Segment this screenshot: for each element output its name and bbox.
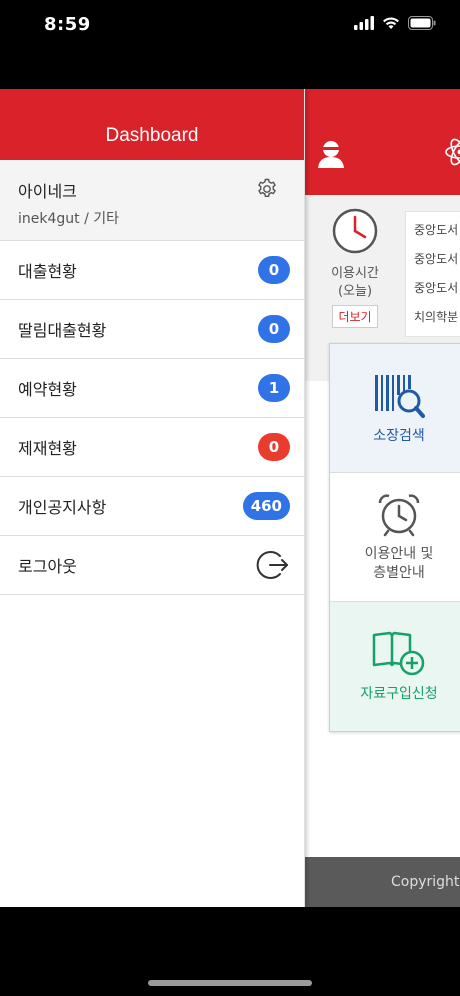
home-indicator[interactable] xyxy=(148,980,312,986)
count-badge: 1 xyxy=(258,374,290,402)
menu-item-personal-notices[interactable]: 개인공지사항 460 xyxy=(0,477,304,536)
library-item[interactable]: 중앙도서 xyxy=(414,274,460,303)
purchase-request-tile[interactable]: 자료구입신청 xyxy=(330,602,460,731)
bg-header xyxy=(305,89,460,195)
count-badge: 0 xyxy=(258,433,290,461)
library-list: 중앙도서 중앙도서 중앙도서 치의학분 xyxy=(405,211,460,337)
profile-subtitle: inek4gut / 기타 xyxy=(18,211,120,227)
logout-icon xyxy=(256,551,288,579)
menu-item-logout[interactable]: 로그아웃 xyxy=(0,536,304,595)
menu-item-sanction-status[interactable]: 제재현황 0 xyxy=(0,418,304,477)
menu-item-attached-loan-status[interactable]: 딸림대출현황 0 xyxy=(0,300,304,359)
usage-guide-line2: 층별안내 xyxy=(373,565,425,581)
menu-item-label: 로그아웃 xyxy=(18,557,77,576)
status-time: 8:59 xyxy=(44,14,91,35)
menu-item-label: 개인공지사항 xyxy=(18,498,107,517)
collection-search-tile[interactable]: 소장검색 xyxy=(330,344,460,473)
book-add-icon xyxy=(372,631,425,676)
usage-guide-tile[interactable]: 이용안내 및 층별안내 xyxy=(330,473,460,602)
usage-time-line2: (오늘) xyxy=(337,284,373,299)
menu-grid: 소장검색 이용안내 및 층별안내 자료구입신청 xyxy=(329,343,460,732)
menu-item-loan-status[interactable]: 대출현황 0 xyxy=(0,241,304,300)
menu-item-reservation-status[interactable]: 예약현황 1 xyxy=(0,359,304,418)
menu-item-label: 제재현황 xyxy=(18,439,77,458)
library-item[interactable]: 치의학분 xyxy=(414,303,460,332)
count-badge: 0 xyxy=(258,256,290,284)
clock-icon xyxy=(332,208,378,254)
profile-section: 아이네크 inek4gut / 기타 xyxy=(0,160,304,241)
usage-time-label: 이용시간 (오늘) xyxy=(325,265,385,301)
menu-item-label: 딸림대출현황 xyxy=(18,321,107,340)
count-badge: 460 xyxy=(242,492,290,520)
footer-copyright: Copyright xyxy=(305,857,460,907)
count-badge: 0 xyxy=(258,315,290,343)
barcode-search-icon xyxy=(375,374,425,418)
collection-search-label: 소장검색 xyxy=(373,427,425,444)
library-item[interactable]: 중앙도서 xyxy=(414,216,460,245)
menu-item-label: 예약현황 xyxy=(18,380,77,399)
profile-name: 아이네크 xyxy=(18,182,77,201)
atom-icon[interactable] xyxy=(443,135,460,169)
drawer-title: Dashboard xyxy=(0,89,304,160)
side-drawer: Dashboard 아이네크 inek4gut / 기타 대출현황 0 딸림대출… xyxy=(0,89,305,907)
status-bar: 8:59 xyxy=(0,0,460,52)
purchase-request-label: 자료구입신청 xyxy=(360,686,438,702)
library-item[interactable]: 중앙도서 xyxy=(414,245,460,274)
alarm-clock-icon xyxy=(378,494,420,537)
signal-icon xyxy=(354,16,374,30)
battery-icon xyxy=(408,16,436,30)
wifi-icon xyxy=(383,17,399,29)
usage-time-line1: 이용시간 xyxy=(331,266,379,281)
menu-item-label: 대출현황 xyxy=(18,262,77,281)
usage-guide-line1: 이용안내 및 xyxy=(364,546,434,562)
more-button[interactable]: 더보기 xyxy=(332,305,378,328)
usage-time-block: 이용시간 (오늘) 더보기 xyxy=(325,207,385,328)
gear-icon[interactable] xyxy=(256,178,278,200)
background-app: 이용시간 (오늘) 더보기 중앙도서 중앙도서 중앙도서 치의학분 소장검색 이… xyxy=(305,89,460,907)
screen: 8:59 이용시간 (오늘) 더보기 중앙도서 중앙도서 중앙도서 치의학분 소… xyxy=(0,0,460,996)
status-icons xyxy=(354,16,436,30)
usage-guide-label: 이용안내 및 층별안내 xyxy=(365,545,434,583)
user-icon[interactable] xyxy=(317,139,345,169)
